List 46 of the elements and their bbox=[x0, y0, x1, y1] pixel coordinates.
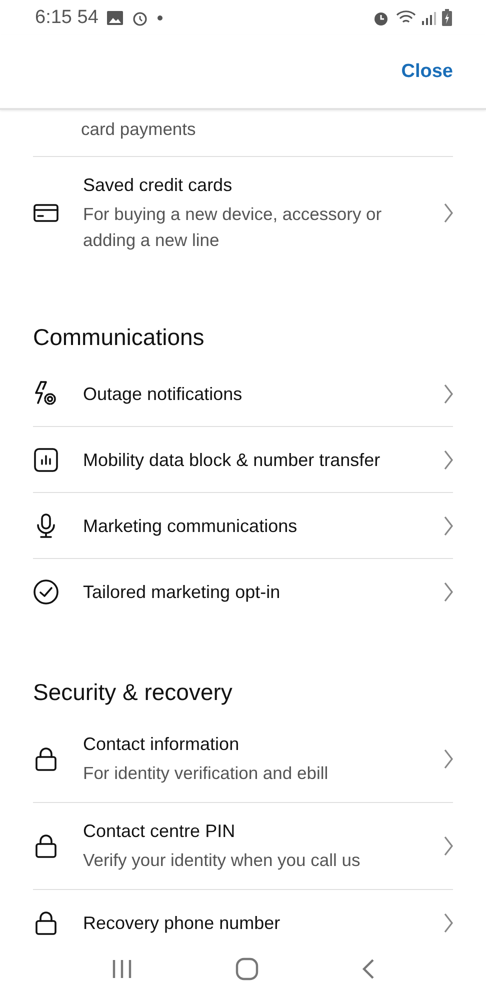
settings-row[interactable]: Mobility data block & number transfer bbox=[33, 427, 453, 493]
row-title: Mobility data block & number transfer bbox=[83, 448, 382, 472]
settings-row[interactable]: Tailored marketing opt-in bbox=[33, 559, 453, 624]
chevron-right-icon bbox=[444, 203, 453, 223]
section-heading: Communications bbox=[33, 323, 206, 352]
chevron-right-icon bbox=[444, 582, 453, 602]
dot-icon bbox=[157, 14, 164, 20]
status-time: 6:15 54 bbox=[35, 6, 98, 28]
chevron-right-icon bbox=[444, 749, 453, 769]
settings-row[interactable]: Marketing communications bbox=[33, 493, 453, 559]
row-title: Outage notifications bbox=[83, 382, 244, 406]
row-title: Saved credit cards bbox=[83, 174, 234, 197]
settings-row[interactable]: Recovery phone number bbox=[33, 890, 453, 939]
chevron-right-icon bbox=[444, 912, 453, 932]
settings-row[interactable]: Outage notifications bbox=[33, 361, 453, 427]
row-title: Tailored marketing opt-in bbox=[83, 580, 282, 604]
row-subtitle: card payments bbox=[81, 119, 196, 139]
row-title: Recovery phone number bbox=[83, 912, 282, 934]
row-subtitle: Verify your identity when you call us bbox=[83, 849, 362, 872]
settings-row[interactable]: Saved credit cards For buying a new device, accessory or adding a new line bbox=[33, 157, 453, 269]
home-icon[interactable] bbox=[235, 957, 259, 981]
close-button[interactable]: Close bbox=[401, 60, 453, 82]
row-subtitle: For buying a new device, accessory or adding a new line bbox=[83, 203, 383, 252]
section-heading: Security & recovery bbox=[33, 678, 234, 707]
battery-icon bbox=[442, 9, 452, 26]
image-icon bbox=[107, 10, 124, 24]
check-circle-icon bbox=[33, 578, 59, 604]
lightning-gear-icon bbox=[33, 380, 59, 406]
row-title: Contact centre PIN bbox=[83, 820, 236, 843]
lock-icon bbox=[33, 746, 59, 772]
signal-icon bbox=[422, 10, 436, 24]
lock-icon bbox=[33, 910, 59, 936]
bar-chart-icon bbox=[33, 446, 59, 472]
back-icon[interactable] bbox=[361, 958, 375, 980]
chevron-right-icon bbox=[444, 384, 453, 404]
recent-apps-icon[interactable] bbox=[111, 959, 133, 979]
row-title: Contact information bbox=[83, 733, 240, 756]
row-title: Marketing communications bbox=[83, 514, 298, 538]
lock-icon bbox=[33, 833, 59, 859]
row-subtitle: For identity verification and ebill bbox=[83, 762, 330, 785]
chevron-right-icon bbox=[444, 836, 453, 856]
chevron-right-icon bbox=[444, 516, 453, 536]
settings-row[interactable]: Contact centre PIN Verify your identity when you call us bbox=[33, 803, 453, 890]
wifi-icon bbox=[396, 10, 416, 26]
chevron-right-icon bbox=[444, 450, 453, 470]
settings-row[interactable]: Contact information For identity verification and ebill bbox=[33, 716, 453, 803]
